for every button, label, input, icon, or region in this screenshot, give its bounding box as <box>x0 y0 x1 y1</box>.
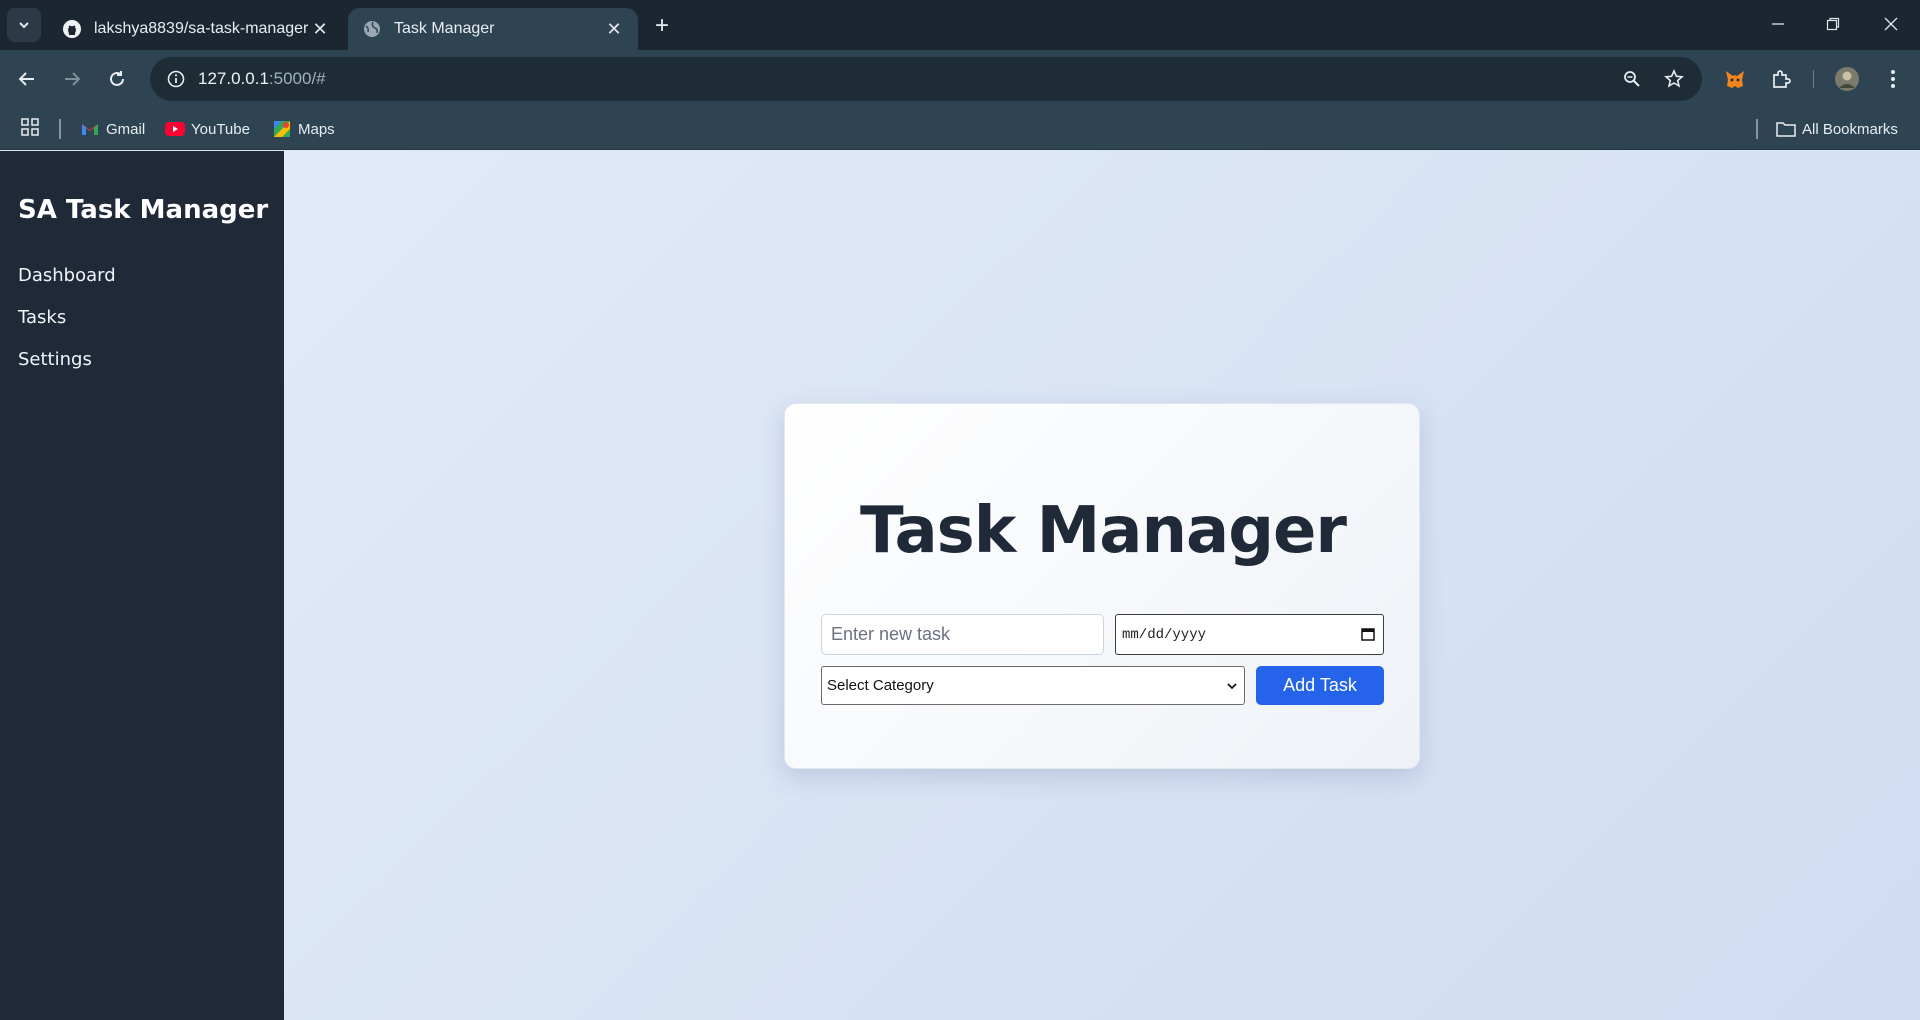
bookmark-label: Maps <box>298 120 335 138</box>
sidebar-item-tasks[interactable]: Tasks <box>18 307 66 328</box>
new-tab-button[interactable]: + <box>648 12 676 40</box>
all-bookmarks-label: All Bookmarks <box>1802 120 1898 138</box>
tab-title: lakshya8839/sa-task-manager <box>94 20 309 37</box>
back-button[interactable] <box>10 62 44 96</box>
reload-button[interactable] <box>100 62 134 96</box>
tab-task-manager[interactable]: Task Manager ✕ <box>348 8 638 50</box>
all-bookmarks-button[interactable]: All Bookmarks <box>1776 116 1898 142</box>
bookmark-youtube[interactable]: YouTube <box>165 116 250 142</box>
url-path: :5000/# <box>268 69 326 88</box>
zoom-icon[interactable] <box>1618 65 1646 93</box>
task-form-card: Task Manager mm/dd/yyyy Select Category … <box>784 403 1420 769</box>
arrow-left-icon <box>18 72 34 86</box>
bookmark-star-icon[interactable] <box>1660 65 1688 93</box>
apps-grid-icon <box>20 117 40 141</box>
tab-search-button[interactable] <box>7 8 41 42</box>
due-date-input[interactable]: mm/dd/yyyy <box>1115 614 1384 655</box>
sidebar-item-dashboard[interactable]: Dashboard <box>18 265 116 286</box>
chevron-down-icon <box>19 22 29 29</box>
category-select[interactable]: Select Category <box>821 666 1245 705</box>
gmail-icon <box>80 119 100 139</box>
browser-tab-strip: lakshya8839/sa-task-manager ✕ Task Manag… <box>0 0 1920 50</box>
github-icon <box>62 19 82 39</box>
site-info-icon[interactable] <box>154 57 198 101</box>
profile-avatar[interactable] <box>1830 62 1864 96</box>
more-menu-icon[interactable] <box>1876 62 1910 96</box>
date-placeholder: mm/dd/yyyy <box>1122 626 1207 643</box>
browser-toolbar: 127.0.0.1:5000/# <box>0 50 1920 108</box>
window-close-button[interactable] <box>1868 6 1914 42</box>
folder-icon <box>1776 119 1796 139</box>
close-icon <box>1884 17 1898 31</box>
tab-github[interactable]: lakshya8839/sa-task-manager ✕ <box>48 8 344 50</box>
sidebar-item-settings[interactable]: Settings <box>18 349 92 370</box>
bookmarks-divider <box>59 119 61 139</box>
arrow-right-icon <box>65 72 81 86</box>
bookmarks-bar: Gmail YouTube Maps All Bookmarks <box>0 108 1920 150</box>
url-host: 127.0.0.1 <box>198 69 269 88</box>
bookmark-maps[interactable]: Maps <box>272 116 335 142</box>
restore-icon <box>1826 17 1840 31</box>
add-task-button[interactable]: Add Task <box>1256 666 1384 705</box>
close-icon[interactable]: ✕ <box>310 19 330 39</box>
bookmark-gmail[interactable]: Gmail <box>80 116 145 142</box>
globe-icon <box>362 19 382 39</box>
apps-button[interactable] <box>20 116 40 142</box>
youtube-icon <box>165 119 185 139</box>
main-content: Task Manager mm/dd/yyyy Select Category … <box>284 151 1920 1020</box>
metamask-extension-icon[interactable] <box>1718 62 1752 96</box>
address-bar[interactable]: 127.0.0.1:5000/# <box>150 57 1702 101</box>
tab-title: Task Manager <box>394 20 495 37</box>
page-title: Task Manager <box>860 494 1347 568</box>
category-selected-value: Select Category <box>827 677 934 694</box>
bookmarks-divider <box>1756 119 1758 139</box>
bookmark-label: YouTube <box>191 120 250 138</box>
minimize-icon <box>1772 23 1784 25</box>
chevron-down-icon <box>1226 679 1238 696</box>
reload-icon <box>110 71 124 86</box>
restore-button[interactable] <box>1810 6 1856 42</box>
sidebar: SA Task Manager Dashboard Tasks Settings <box>0 151 284 1020</box>
toolbar-divider <box>1813 70 1814 88</box>
bookmark-label: Gmail <box>106 120 146 138</box>
extensions-icon[interactable] <box>1764 62 1798 96</box>
close-icon[interactable]: ✕ <box>604 19 624 39</box>
task-input[interactable] <box>821 614 1104 655</box>
minimize-button[interactable] <box>1755 6 1801 42</box>
maps-icon <box>272 119 292 139</box>
calendar-icon[interactable] <box>1361 627 1375 641</box>
app-title: SA Task Manager <box>18 195 269 225</box>
url-text: 127.0.0.1:5000/# <box>198 69 326 89</box>
forward-button[interactable] <box>55 62 89 96</box>
